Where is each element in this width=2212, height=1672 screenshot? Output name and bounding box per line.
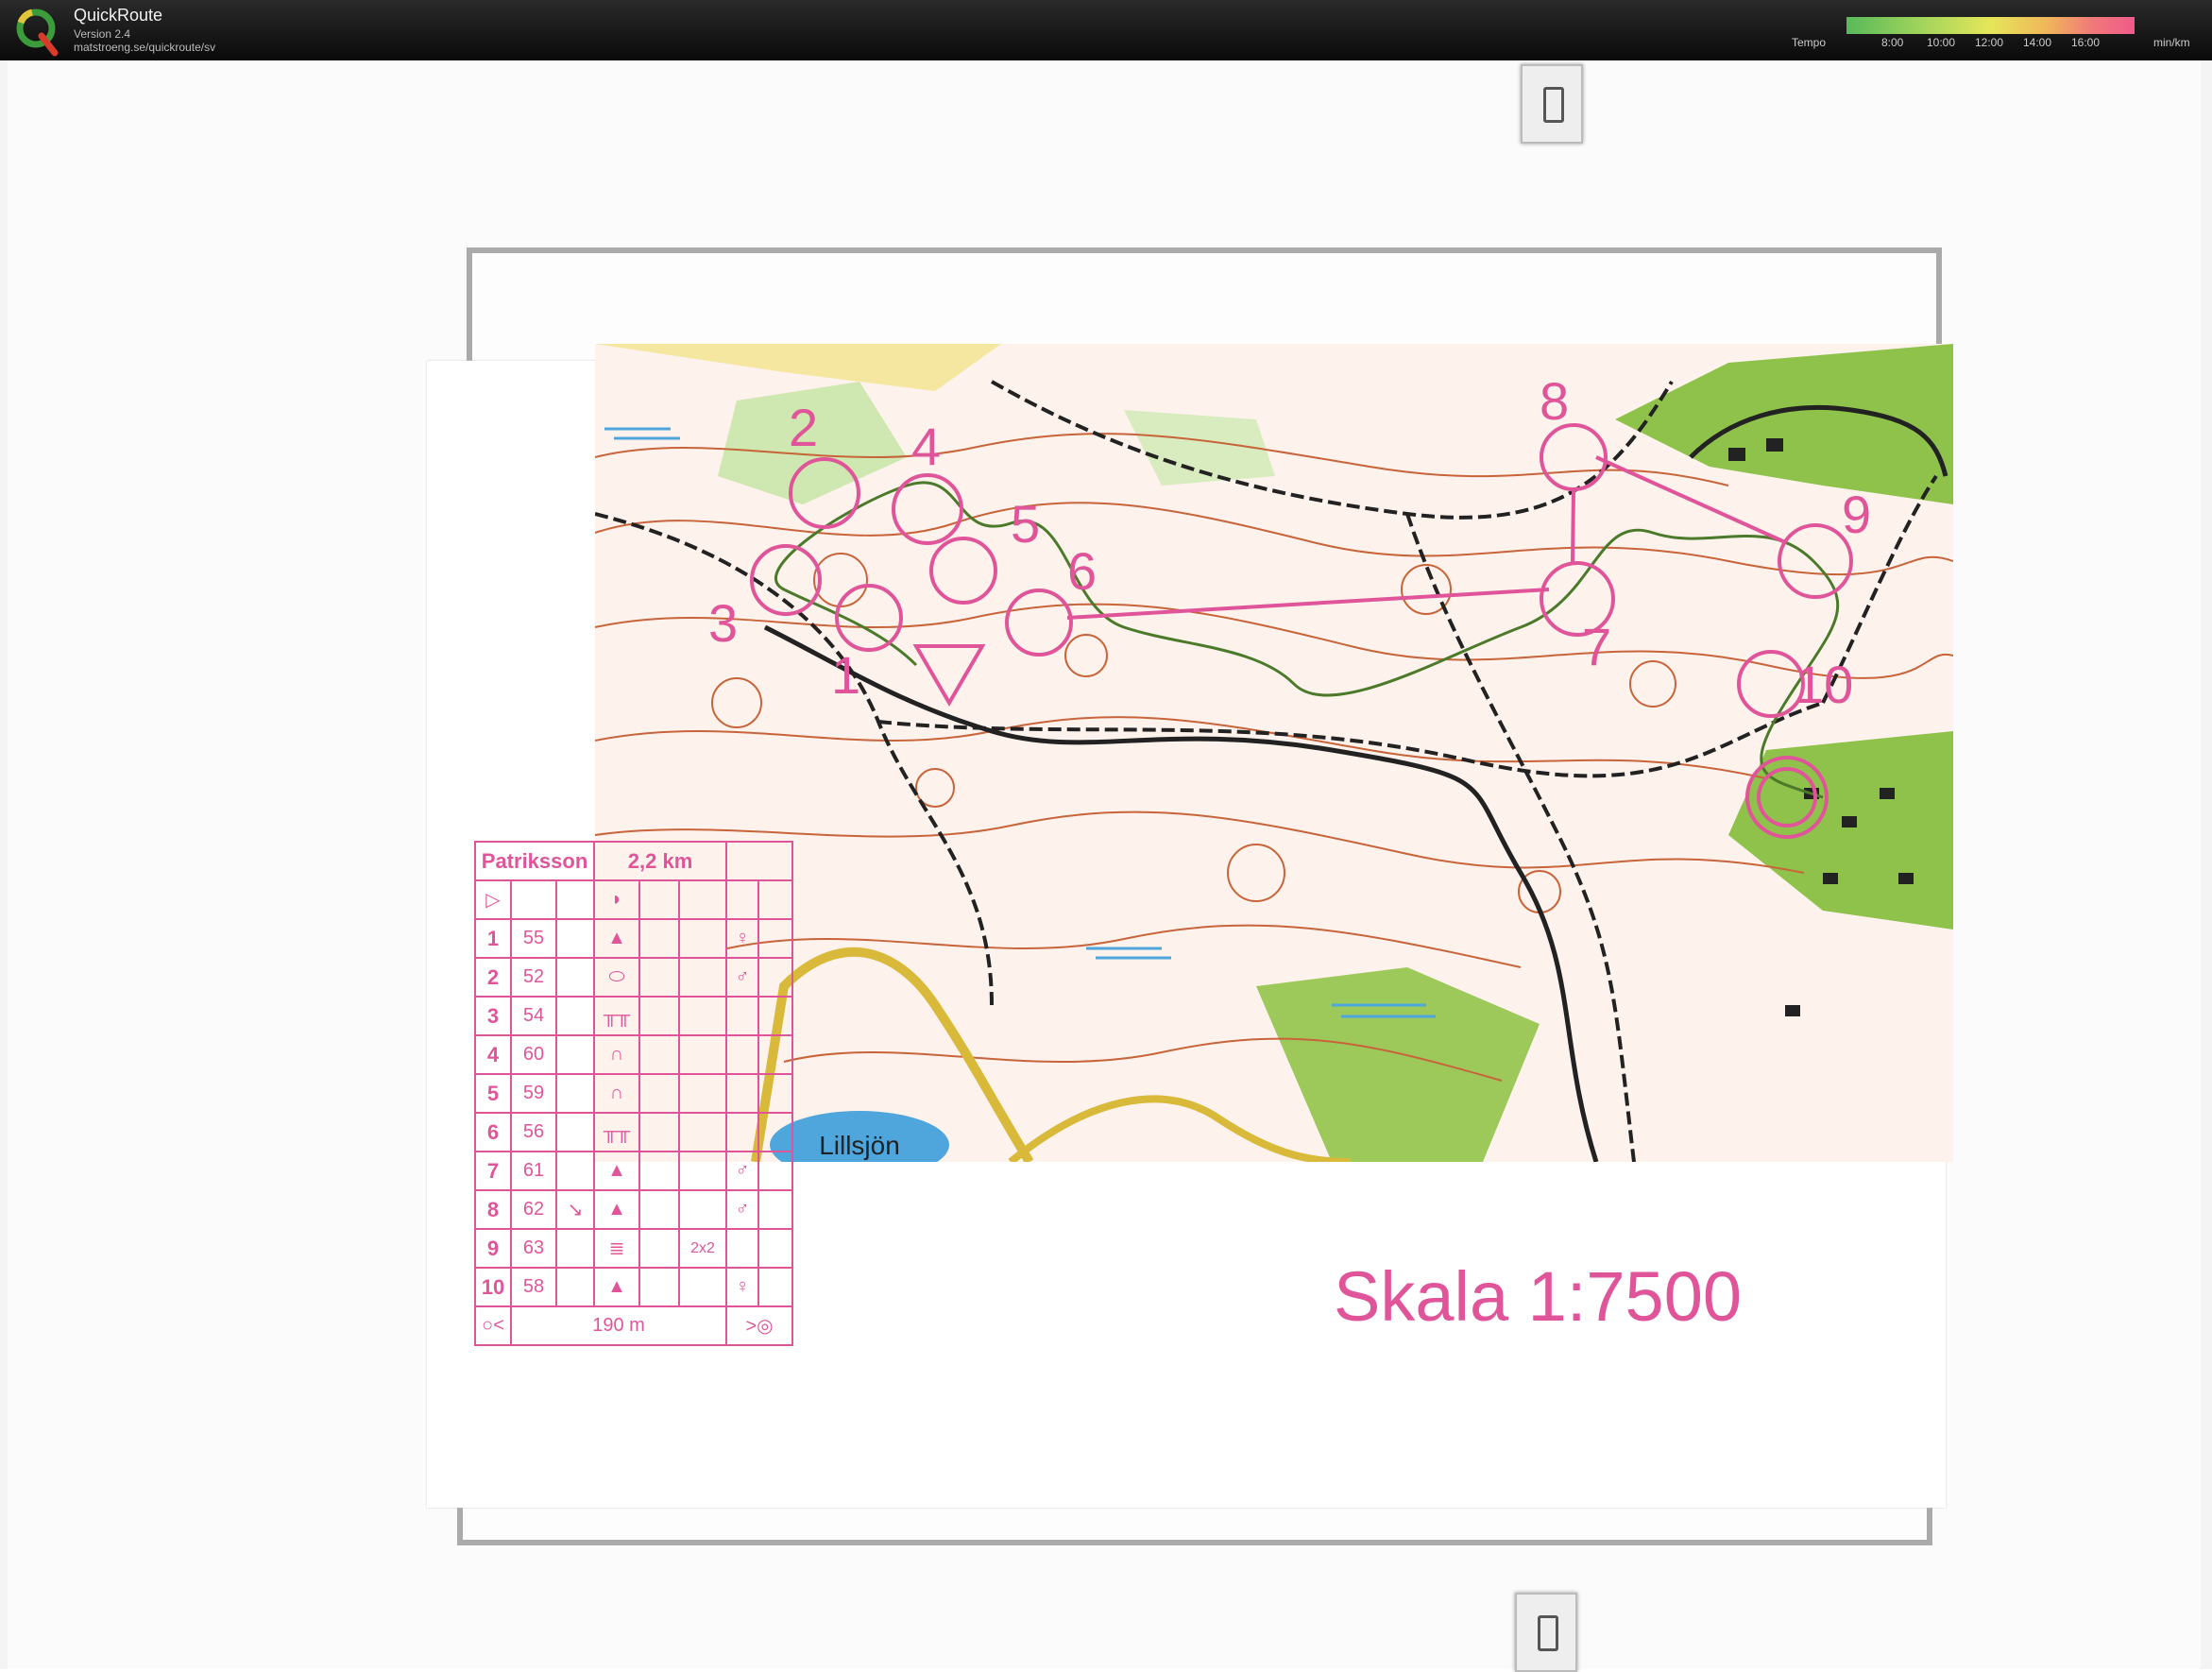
- spur-icon: ∩: [593, 1073, 641, 1114]
- finish-symbol-icon: >◎: [725, 1305, 794, 1346]
- control-row-number: 1: [474, 918, 512, 959]
- course-length: 2,2 km: [593, 841, 728, 881]
- control-row-number: 3: [474, 996, 512, 1036]
- tempo-tick: 8:00: [1881, 36, 1904, 49]
- knoll-icon: ▲: [593, 918, 641, 959]
- tempo-tick: 12:00: [1975, 36, 2004, 49]
- control-number-1: 1: [831, 645, 860, 705]
- control-number-5: 5: [1011, 494, 1040, 554]
- lake-label: Lillsjön: [819, 1131, 900, 1160]
- control-number-3: 3: [708, 593, 738, 653]
- control-row-number: 10: [474, 1267, 512, 1307]
- control-code: 55: [510, 918, 557, 959]
- map-scale-text: Skala 1:7500: [1334, 1257, 1743, 1336]
- knoll-icon: ▲: [593, 1189, 641, 1230]
- control-number-2: 2: [789, 398, 818, 457]
- control-description-card: Patriksson 2,2 km ▷ ◗ 1 55 ▲ ♀ 2 52 ⬭ ♂ 3 54 ╥╥ …: [473, 841, 794, 1346]
- app-url: matstroeng.se/quickroute/sv: [74, 41, 216, 54]
- depression-icon: ⬭: [593, 957, 641, 998]
- control-number-10: 10: [1795, 655, 1853, 714]
- control-code: 61: [510, 1151, 557, 1191]
- app-header: QuickRoute Version 2.4 matstroeng.se/qui…: [0, 0, 2212, 60]
- control-number-9: 9: [1842, 485, 1871, 544]
- tempo-label: Tempo: [1792, 36, 1827, 49]
- spur-icon: ∩: [593, 1034, 641, 1075]
- app-title: QuickRoute: [74, 6, 163, 25]
- control-code: 63: [510, 1228, 557, 1269]
- tempo-tick: 16:00: [2071, 36, 2101, 49]
- control-row-number: 6: [474, 1112, 512, 1152]
- control-number-8: 8: [1540, 371, 1569, 431]
- course-name: Patriksson: [473, 841, 596, 881]
- binder-clip-bottom-icon: [1515, 1593, 1577, 1672]
- finish-distance: 190 m: [509, 1305, 728, 1346]
- control-number-6: 6: [1067, 541, 1097, 601]
- control-code: 54: [510, 996, 557, 1036]
- control-code: 60: [510, 1034, 557, 1075]
- knoll-icon: ▲: [593, 1267, 641, 1307]
- control-number-4: 4: [911, 417, 941, 476]
- cliff-icon: ╥╥: [593, 996, 641, 1036]
- control-dimension: 2x2: [678, 1228, 728, 1269]
- ruin-icon: ≣: [593, 1228, 641, 1269]
- tempo-tick: 10:00: [1927, 36, 1956, 49]
- control-row-number: 9: [474, 1228, 512, 1269]
- control-row-number: 4: [474, 1034, 512, 1075]
- knoll-icon: ▲: [593, 1151, 641, 1191]
- direction-arrow-icon: ↘: [554, 1189, 596, 1230]
- tempo-unit: min/km: [2153, 36, 2190, 49]
- control-code: 52: [510, 957, 557, 998]
- control-row-number: 5: [474, 1073, 512, 1114]
- position-icon: ♀: [725, 918, 760, 959]
- tempo-color-scale: [1846, 17, 2135, 34]
- position-icon: ♂: [725, 957, 760, 998]
- binder-clip-top-icon: [1521, 64, 1583, 144]
- app-version: Version 2.4: [74, 27, 131, 41]
- start-feature-icon: ◗: [593, 879, 641, 920]
- tempo-tick: 14:00: [2023, 36, 2052, 49]
- control-code: 59: [510, 1073, 557, 1114]
- position-icon: ♀: [725, 1267, 760, 1307]
- taped-route-start-icon: ○<: [474, 1305, 512, 1346]
- control-code: 56: [510, 1112, 557, 1152]
- control-code: 62: [510, 1189, 557, 1230]
- cliff-icon: ╥╥: [593, 1112, 641, 1152]
- control-row-number: 2: [474, 957, 512, 998]
- control-code: 58: [510, 1267, 557, 1307]
- control-row-number: 7: [474, 1151, 512, 1191]
- quickroute-logo-icon: [16, 9, 59, 57]
- control-number-7: 7: [1582, 617, 1611, 676]
- orienteering-map[interactable]: Lillsjön 1 2 3 4 5 6 7 8 9 10: [595, 344, 1953, 1162]
- start-symbol-icon: ▷: [474, 879, 512, 920]
- position-icon: ♂: [725, 1151, 760, 1191]
- position-icon: ♂: [725, 1189, 760, 1230]
- control-row-number: 8: [474, 1189, 512, 1230]
